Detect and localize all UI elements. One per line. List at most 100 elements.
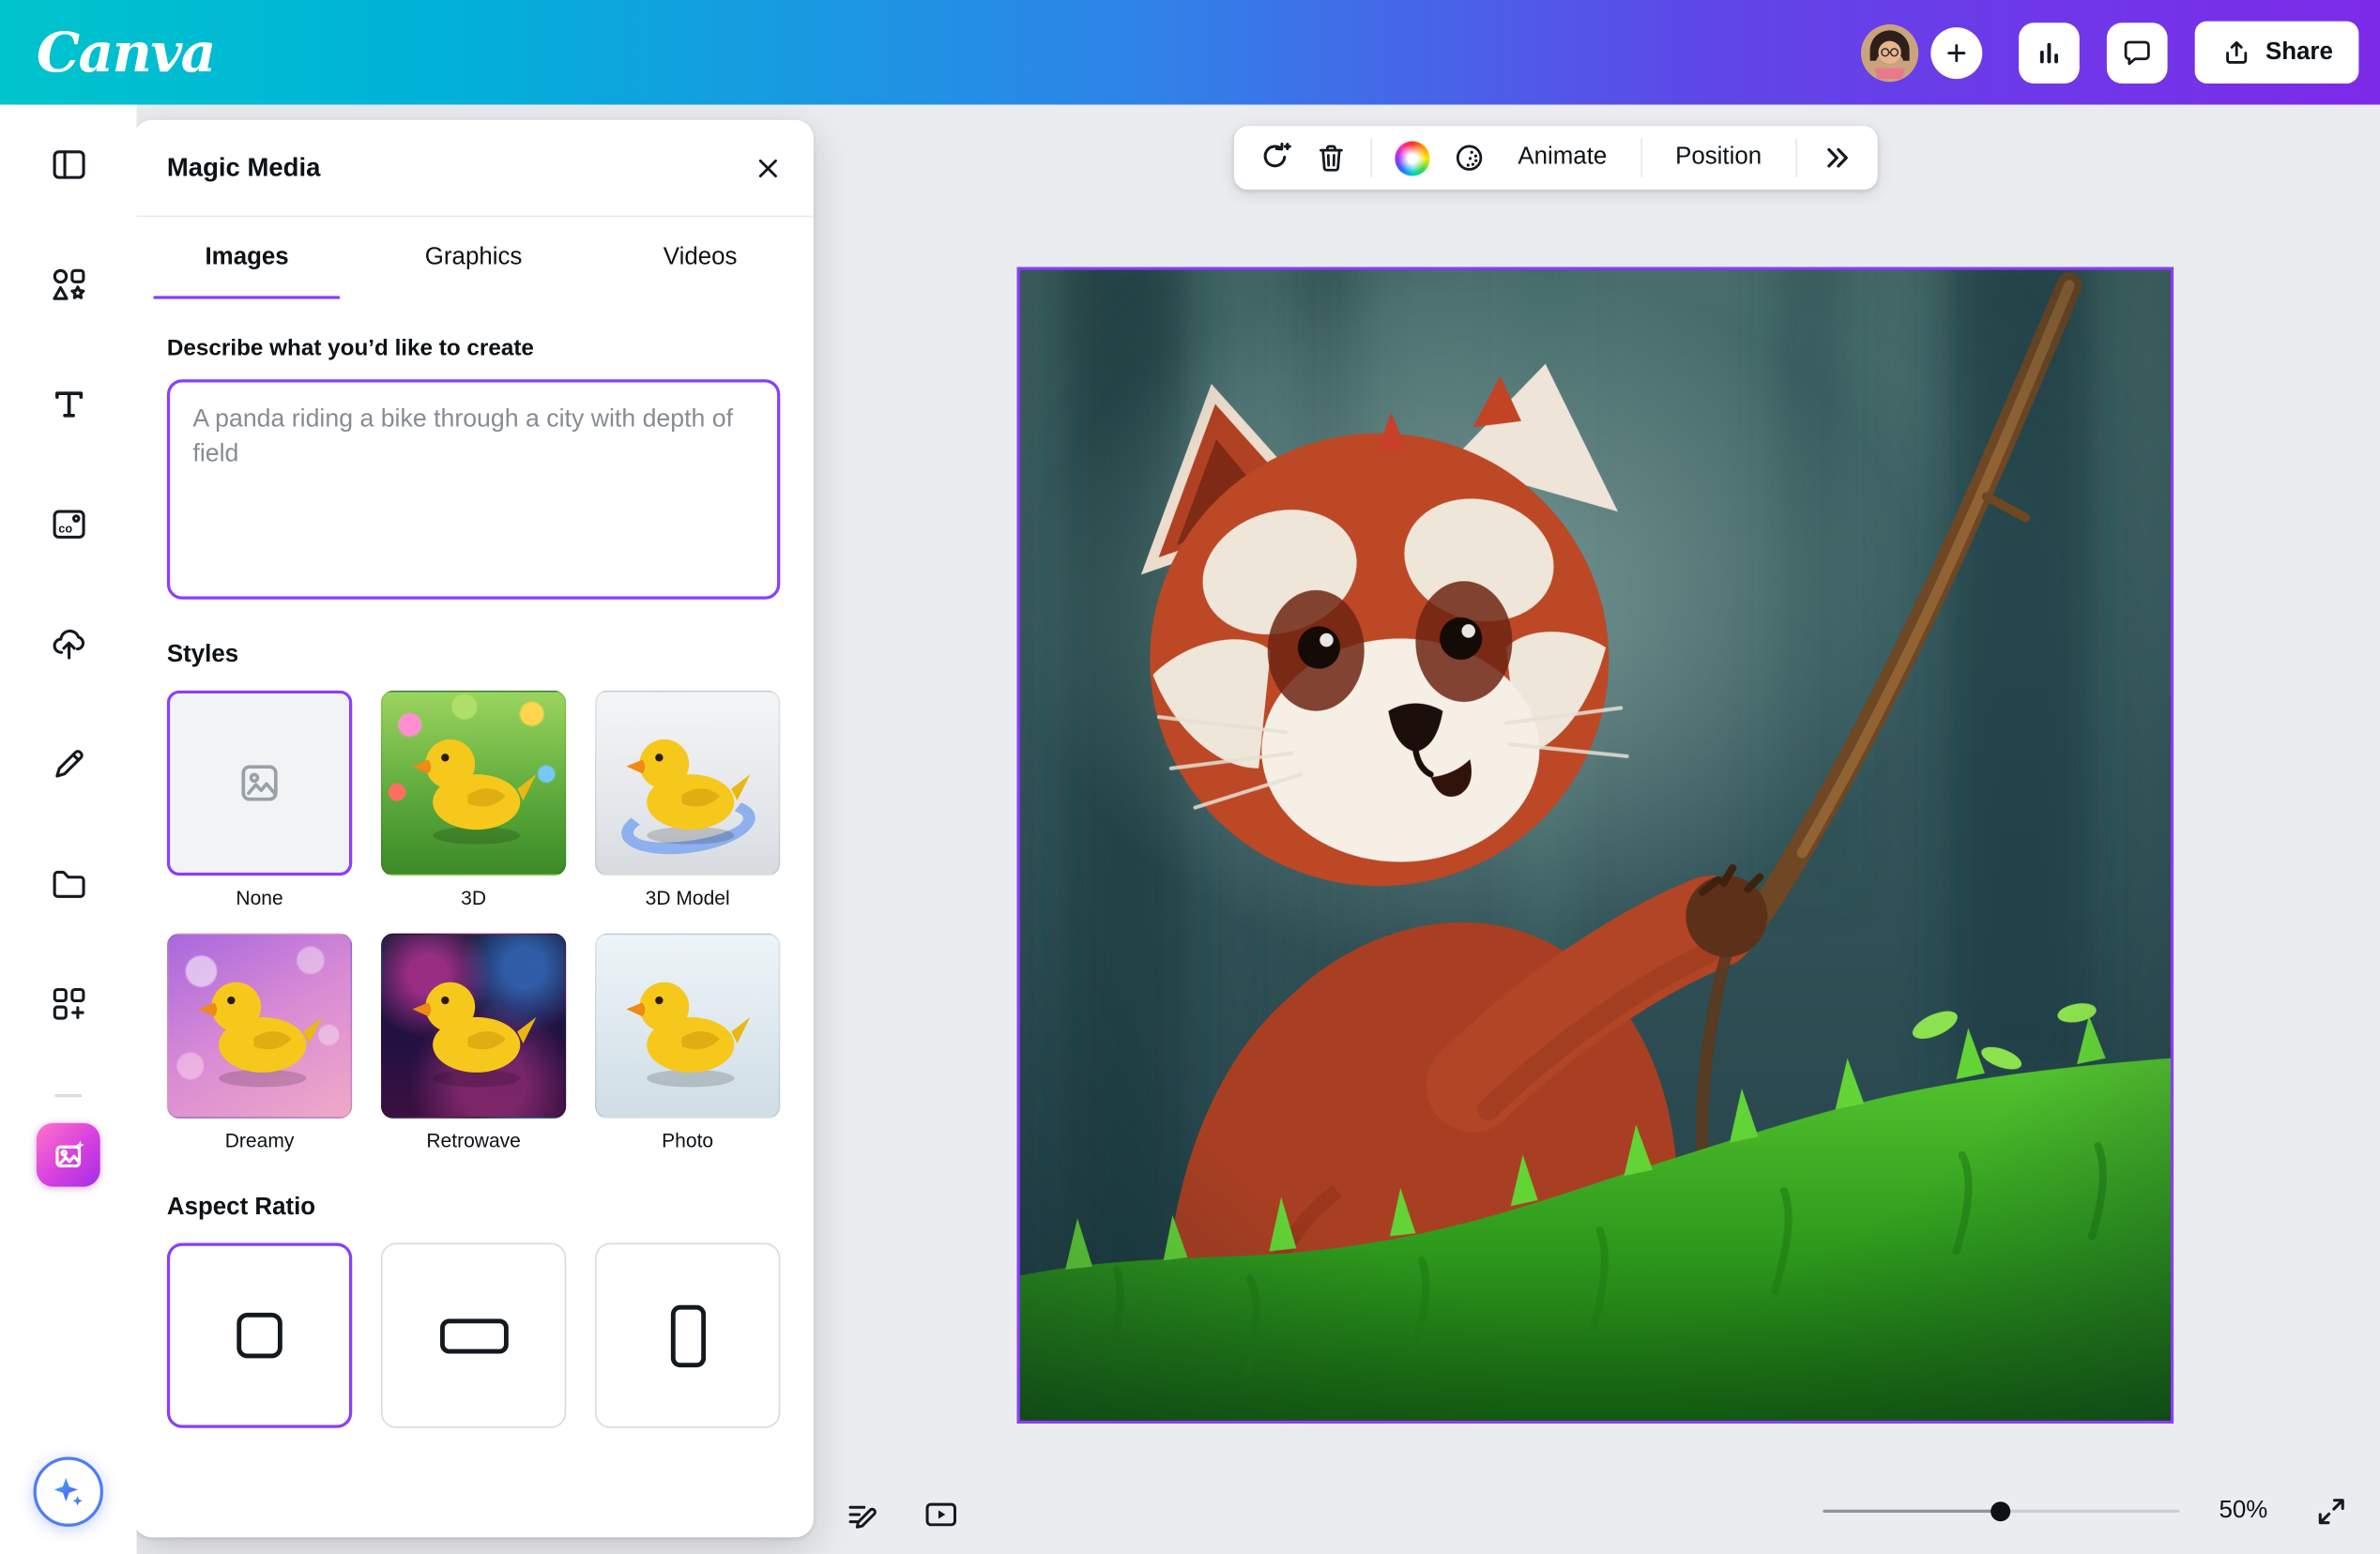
text-icon — [48, 384, 89, 425]
toolbar-divider — [1795, 138, 1797, 177]
color-button[interactable] — [1384, 130, 1441, 185]
style-option-photo[interactable]: Photo — [595, 934, 780, 1152]
plus-icon — [1941, 38, 1971, 68]
zoom-slider-knob[interactable] — [1991, 1501, 2011, 1521]
zoom-slider[interactable] — [1823, 1488, 2179, 1534]
editor-canvas-area: Animate Position — [137, 105, 2380, 1554]
topbar: Canva — [0, 0, 2380, 105]
style-thumb-3d — [381, 691, 566, 876]
prompt-input[interactable] — [167, 379, 780, 599]
sidebar-item-magic-media[interactable] — [0, 1106, 137, 1204]
sidebar-item-draw[interactable] — [0, 704, 137, 824]
style-label: Photo — [662, 1129, 713, 1151]
style-label: None — [236, 886, 282, 908]
duck-illustration — [401, 710, 546, 856]
bottom-left-actions — [838, 1490, 966, 1539]
sparkle-assistant-icon — [49, 1472, 88, 1512]
aspect-ratio-options — [167, 1242, 780, 1427]
delete-button[interactable] — [1303, 130, 1359, 185]
tab-graphics[interactable]: Graphics — [360, 217, 587, 298]
panel-title: Magic Media — [167, 153, 321, 183]
canva-logo[interactable]: Canva — [37, 21, 215, 84]
present-icon — [922, 1495, 961, 1534]
magic-media-icon — [37, 1123, 100, 1187]
fullscreen-button[interactable] — [2307, 1487, 2356, 1536]
notes-button[interactable] — [838, 1490, 887, 1539]
style-thumb-none — [167, 691, 352, 876]
style-option-3d[interactable]: 3D — [381, 691, 566, 909]
bar-chart-icon — [2030, 34, 2067, 70]
sidebar-item-apps[interactable] — [0, 944, 137, 1064]
insights-button[interactable] — [2018, 22, 2079, 83]
design-icon — [48, 145, 89, 186]
draw-icon — [48, 743, 89, 785]
brand-icon: co — [48, 504, 89, 545]
style-thumb-dreamy — [167, 934, 352, 1119]
aspect-landscape-button[interactable] — [381, 1242, 566, 1427]
sidebar-item-design[interactable] — [0, 105, 137, 225]
style-option-dreamy[interactable]: Dreamy — [167, 934, 352, 1152]
uploads-icon — [48, 624, 89, 665]
regenerate-button[interactable] — [1246, 130, 1303, 185]
sidebar-item-projects[interactable] — [0, 824, 137, 944]
styles-label: Styles — [167, 642, 780, 669]
style-thumb-3d-model — [595, 691, 780, 876]
aspect-portrait-button[interactable] — [595, 1242, 780, 1427]
duck-illustration — [615, 953, 760, 1099]
color-wheel-icon — [1395, 141, 1429, 175]
trash-icon — [1312, 140, 1349, 176]
sidebar-item-brand[interactable]: co — [0, 465, 137, 585]
transparency-button[interactable] — [1441, 130, 1497, 185]
duck-illustration — [615, 710, 760, 856]
toolbar-divider — [1640, 138, 1642, 177]
style-label: Retrowave — [426, 1129, 521, 1151]
more-options-button[interactable] — [1808, 130, 1865, 185]
sidebar-item-uploads[interactable] — [0, 585, 137, 705]
toolbar-divider — [1370, 138, 1372, 177]
aspect-square-button[interactable] — [167, 1242, 352, 1427]
aspect-ratio-label: Aspect Ratio — [167, 1195, 780, 1222]
double-chevron-right-icon — [1819, 140, 1855, 176]
tab-videos[interactable]: Videos — [587, 217, 814, 298]
present-button[interactable] — [917, 1490, 966, 1539]
topbar-actions: Share — [1860, 22, 2358, 84]
red-panda-artwork — [1020, 270, 2171, 1421]
close-panel-button[interactable] — [743, 145, 792, 193]
svg-text:co: co — [57, 522, 71, 536]
style-thumb-photo — [595, 934, 780, 1119]
comments-button[interactable] — [2106, 22, 2167, 83]
panel-tabs: Images Graphics Videos — [137, 217, 814, 298]
transparency-icon — [1450, 140, 1487, 176]
close-icon — [752, 152, 786, 186]
sidebar: co — [0, 105, 137, 1554]
image-placeholder-icon — [236, 759, 284, 808]
share-label: Share — [2266, 38, 2333, 66]
describe-label: Describe what you’d like to create — [167, 335, 780, 360]
generated-image[interactable] — [1017, 267, 2174, 1424]
sidebar-item-text[interactable] — [0, 344, 137, 465]
style-label: 3D — [461, 886, 486, 908]
tab-images[interactable]: Images — [137, 217, 360, 298]
share-upload-icon — [2220, 37, 2251, 69]
style-option-retrowave[interactable]: Retrowave — [381, 934, 566, 1152]
zoom-controls: 50% — [1823, 1487, 2356, 1536]
style-label: 3D Model — [646, 886, 730, 908]
style-thumb-retrowave — [381, 934, 566, 1119]
regenerate-icon — [1256, 140, 1292, 176]
magic-media-panel: Magic Media Images Graphics Videos Descr… — [137, 120, 814, 1537]
animate-button[interactable]: Animate — [1497, 130, 1628, 185]
style-option-none[interactable]: None — [167, 691, 352, 909]
sidebar-divider — [54, 1094, 82, 1097]
sidebar-item-elements[interactable] — [0, 224, 137, 344]
add-member-button[interactable] — [1930, 26, 1982, 78]
fullscreen-icon — [2313, 1493, 2350, 1530]
share-button[interactable]: Share — [2194, 22, 2358, 84]
canva-assistant-button[interactable] — [34, 1457, 103, 1527]
canva-editor: Canva — [0, 0, 2380, 1554]
apps-icon — [48, 983, 89, 1025]
style-option-3d-model[interactable]: 3D Model — [595, 691, 780, 909]
position-button[interactable]: Position — [1654, 130, 1782, 185]
panel-header: Magic Media — [137, 120, 814, 218]
user-avatar[interactable] — [1860, 23, 1917, 81]
duck-illustration — [187, 953, 332, 1099]
